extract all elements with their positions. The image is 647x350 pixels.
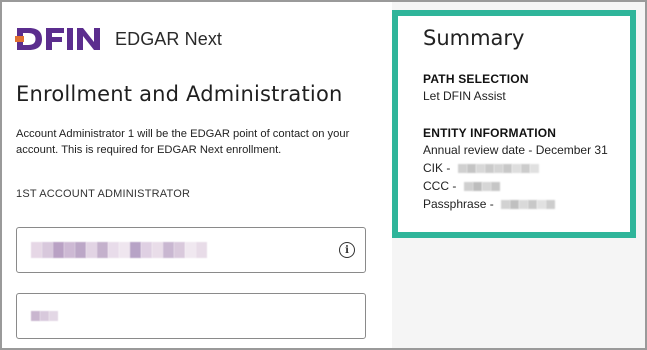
- path-selection-value: Let DFIN Assist: [423, 89, 506, 103]
- redacted-ccc: [463, 182, 500, 192]
- dfin-logo: [15, 28, 100, 50]
- enrollment-panel: EDGAR Next Enrollment and Administration…: [2, 2, 392, 348]
- cik-label: CIK -: [423, 161, 451, 175]
- section-label: 1ST ACCOUNT ADMINISTRATOR: [16, 188, 191, 200]
- passphrase-row: Passphrase -: [423, 197, 556, 211]
- annual-review-date: Annual review date - December 31: [423, 143, 608, 157]
- redacted-value: [31, 311, 58, 321]
- administrator-second-field[interactable]: [16, 293, 366, 339]
- summary-panel: Summary PATH SELECTION Let DFIN Assist E…: [392, 10, 636, 238]
- header-brand: EDGAR Next: [15, 26, 222, 52]
- path-selection-heading: PATH SELECTION: [423, 72, 529, 86]
- page-title: Enrollment and Administration: [16, 82, 343, 106]
- info-icon[interactable]: i: [339, 242, 355, 258]
- redacted-value: [31, 242, 207, 258]
- product-name: EDGAR Next: [115, 28, 223, 49]
- administrator-name-field[interactable]: i: [16, 227, 366, 273]
- passphrase-label: Passphrase -: [423, 197, 494, 211]
- ccc-label: CCC -: [423, 179, 457, 193]
- app-frame: EDGAR Next Enrollment and Administration…: [0, 0, 647, 350]
- redacted-cik: [457, 164, 539, 174]
- redacted-passphrase: [501, 200, 556, 210]
- cik-row: CIK -: [423, 161, 539, 175]
- summary-title: Summary: [423, 26, 525, 50]
- enrollment-description: Account Administrator 1 will be the EDGA…: [16, 128, 350, 156]
- ccc-row: CCC -: [423, 179, 500, 193]
- entity-information-heading: ENTITY INFORMATION: [423, 126, 557, 140]
